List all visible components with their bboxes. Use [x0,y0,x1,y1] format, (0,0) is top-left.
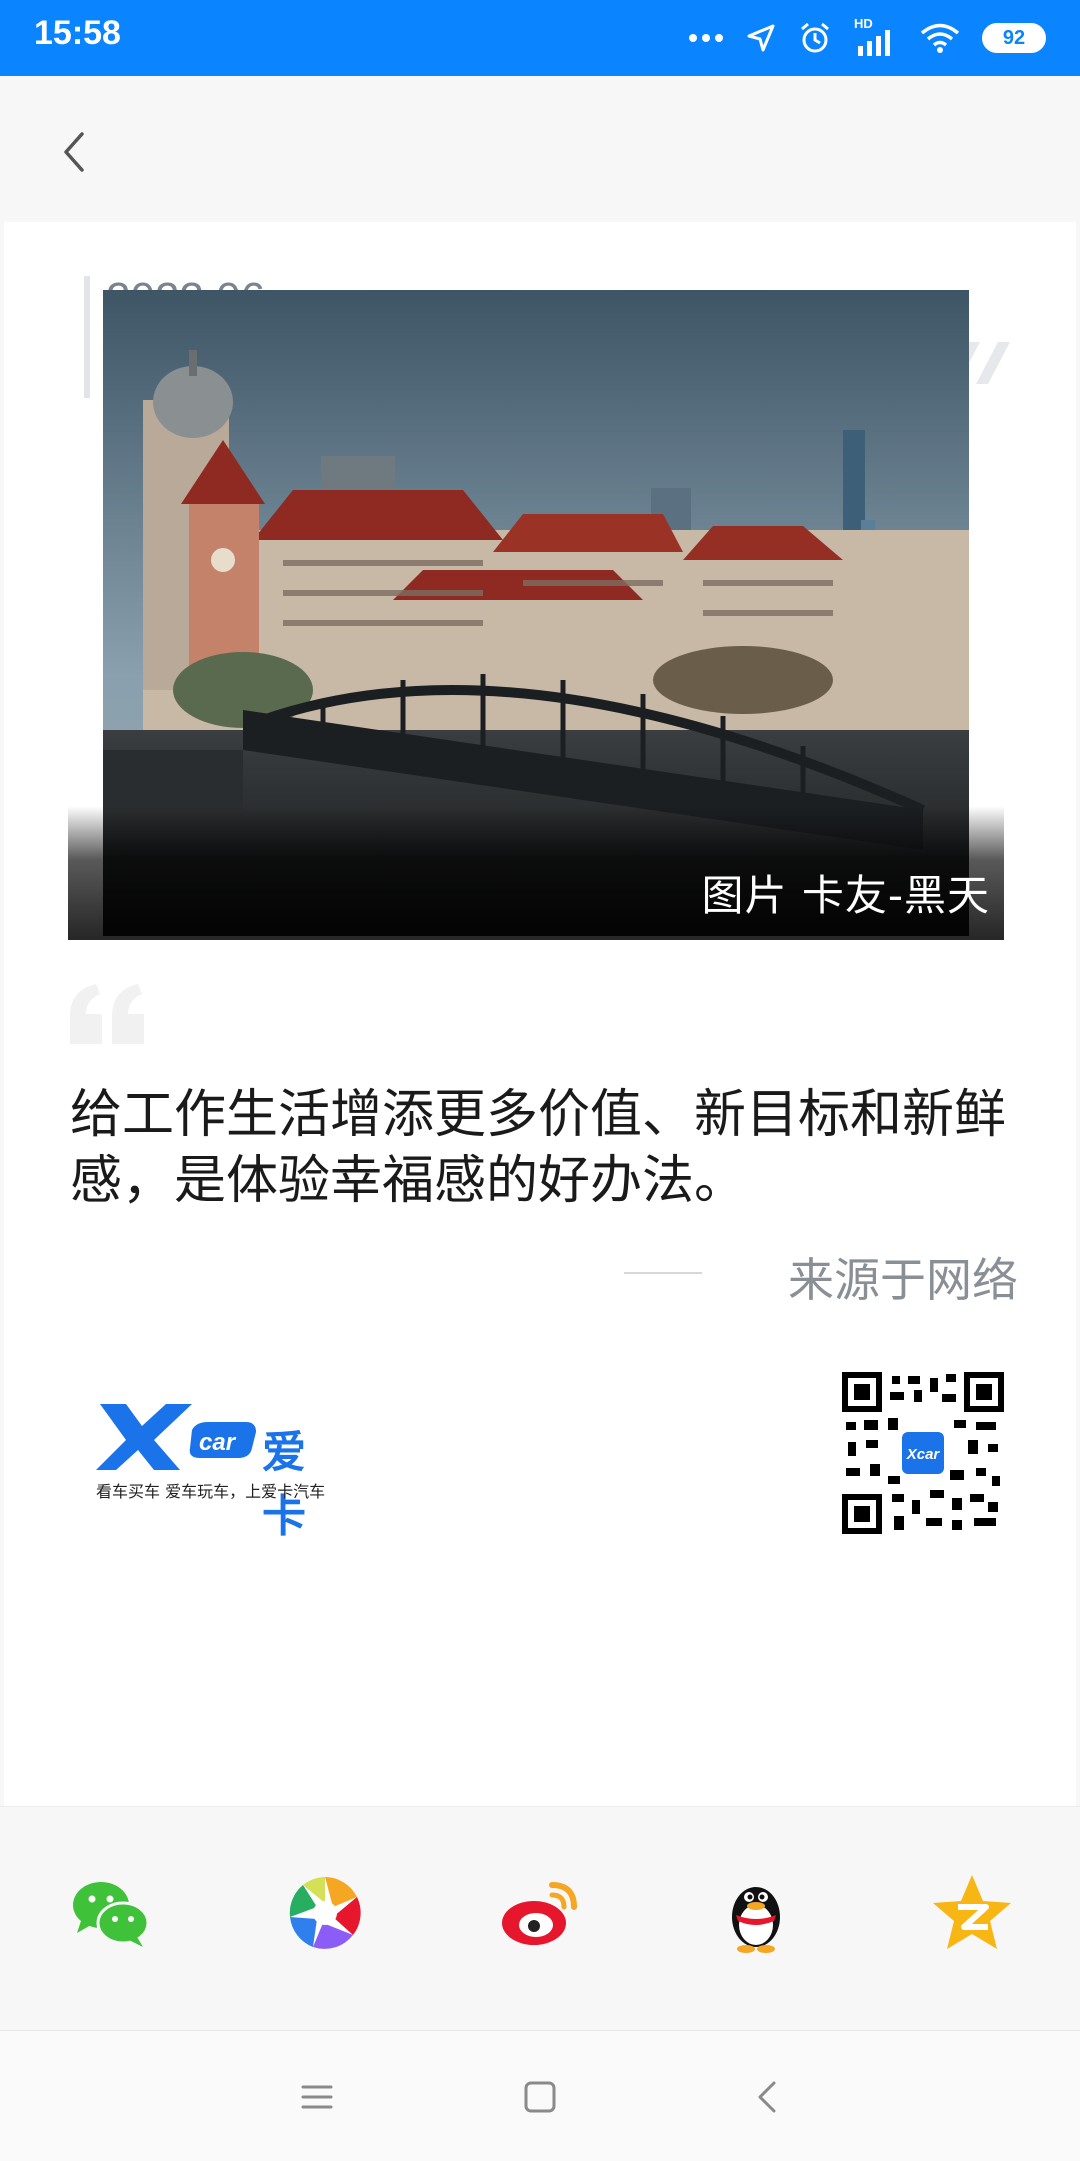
source-text: 来源于网络 [788,1253,1018,1307]
share-bar [0,1806,1080,2031]
nav-home-button[interactable] [518,2075,562,2119]
moments-icon [289,1877,361,1949]
tagline: 看车买车 爱车玩车，上爱卡汽车 [96,1482,326,1501]
date-accent-bar [84,276,90,398]
home-square-icon [524,2081,556,2113]
svg-text:car: car [199,1429,237,1456]
share-weibo-button[interactable] [498,1871,582,1955]
weibo-icon [502,1882,577,1945]
menu-icon [301,2085,333,2109]
location-icon [747,24,775,52]
cell-signal-icon: HD [854,16,898,56]
qr-code-icon: Xcar [842,1372,1004,1534]
alarm-icon [801,22,829,53]
quote-mark-icon [70,984,144,1044]
header [0,76,1080,222]
system-nav-bar [0,2030,1080,2161]
status-bar: 15:58 HD 92 [0,0,1080,76]
share-wechat-button[interactable] [67,1871,151,1955]
battery-indicator: 92 [982,23,1046,53]
qr-code: Xcar [842,1372,1004,1534]
back-button[interactable] [50,116,110,186]
more-dots-icon [689,34,723,42]
wifi-icon [920,23,960,53]
nav-back-button[interactable] [746,2075,790,2119]
status-icons: HD 92 [688,16,1046,60]
nav-menu-button[interactable] [295,2075,339,2119]
back-triangle-icon [758,2081,776,2113]
share-qq-button[interactable] [714,1871,798,1955]
photo-caption: 图片 卡友-黑天 [701,871,990,920]
wechat-icon [73,1882,150,1947]
status-time: 15:58 [34,14,121,52]
source-divider [624,1272,702,1274]
svg-text:Xcar: Xcar [906,1446,941,1463]
chevron-left-icon [64,132,84,172]
share-moments-button[interactable] [283,1871,367,1955]
qq-icon [732,1887,780,1953]
share-qzone-button[interactable] [930,1871,1014,1955]
qzone-icon [933,1875,1011,1949]
quote-text: 给工作生活增添更多价值、新目标和新鲜感，是体验幸福感的好办法。 [70,1085,1007,1211]
